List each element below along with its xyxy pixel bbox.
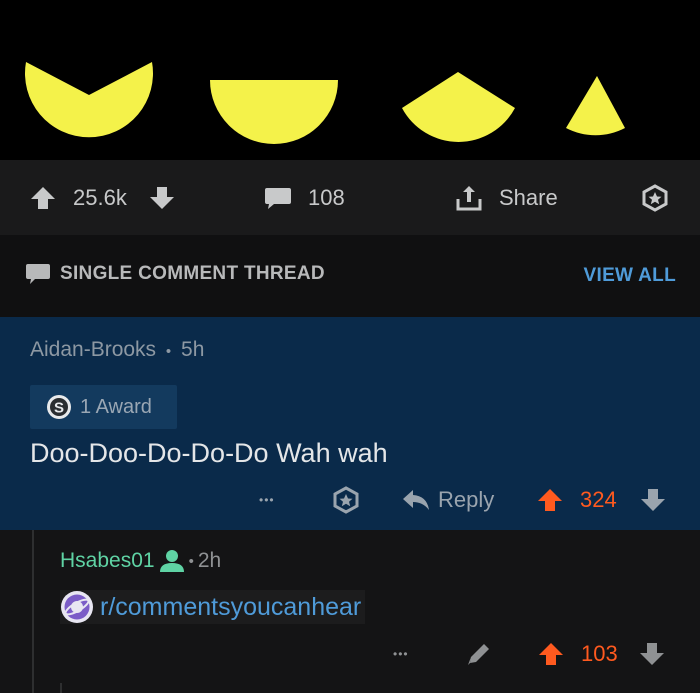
down-arrow-icon [150,186,174,209]
post-image[interactable] [0,0,700,160]
comment-upvote-button[interactable] [537,478,563,522]
post-award-button[interactable] [641,160,669,235]
shape-wedge [402,72,515,142]
comment-actions: ••• Reply 324 [0,478,700,522]
subreddit-link[interactable]: r/commentsyoucanhear [60,590,366,624]
give-award-button[interactable] [332,478,360,522]
person-icon [159,550,184,572]
comment-time: 5h [181,338,205,361]
comment-downvote-button[interactable] [640,478,666,522]
reply-time: 2h [197,549,222,572]
view-all-link[interactable]: VIEW ALL [584,265,676,287]
reply-score: 103 [581,641,618,666]
up-arrow-icon [539,643,563,665]
share-label: Share [499,184,558,210]
speech-bubble-icon [26,264,50,284]
reply-actions: ••• 103 [0,632,700,676]
comment-body: Doo-Doo-Do-Do-Do Wah wah [30,438,388,468]
shape-pacman-open [25,62,153,138]
reply-downvote-button[interactable] [639,632,665,676]
comment-score: 324 [580,487,617,512]
upvote-button[interactable] [30,160,56,235]
shape-half-circle [210,80,338,144]
comments-button[interactable]: 108 [264,160,345,235]
more-options-button[interactable]: ••• [259,478,275,522]
subreddit-link-text[interactable]: r/commentsyoucanhear [100,593,361,622]
meta-separator: • [165,343,172,360]
down-arrow-icon [640,643,664,665]
downvote-button[interactable] [149,160,175,235]
reply-label: Reply [438,487,495,512]
thread-title-label: SINGLE COMMENT THREAD [60,263,325,284]
down-arrow-icon [641,489,665,511]
award-badge[interactable]: S 1 Award [30,385,177,429]
award-icon [642,183,668,212]
svg-text:S: S [54,400,64,417]
speech-bubble-icon [265,187,291,209]
up-arrow-icon [538,489,562,511]
pencil-icon [468,644,489,665]
silver-award-icon: S [47,395,71,419]
post-action-bar: 25.6k 108 Share [0,160,700,235]
award-icon [333,486,359,514]
reply-upvote-button[interactable] [538,632,564,676]
reply-arrow-icon [403,490,429,510]
share-button[interactable]: Share [455,160,558,235]
more-options-button[interactable]: ••• [393,632,409,676]
reply-button[interactable]: Reply [402,478,494,522]
reply-meta: Hsabes01 • 2h [60,549,221,573]
planet-icon [61,591,93,623]
up-arrow-icon [31,186,55,209]
pacman-shapes-image [25,62,625,144]
reply-author[interactable]: Hsabes01 [60,549,155,573]
meta-separator: • [188,552,194,570]
edit-button[interactable] [466,632,492,676]
thread-title: SINGLE COMMENT THREAD [25,262,325,286]
shape-triangle [566,76,625,136]
nested-thread-line[interactable] [60,683,62,693]
comment-count: 108 [308,184,345,210]
award-label: 1 Award [80,395,152,418]
share-icon [456,185,482,210]
comment-meta: Aidan-Brooks • 5h [30,338,204,362]
post-score: 25.6k [73,184,127,210]
comment-author[interactable]: Aidan-Brooks [30,338,156,361]
